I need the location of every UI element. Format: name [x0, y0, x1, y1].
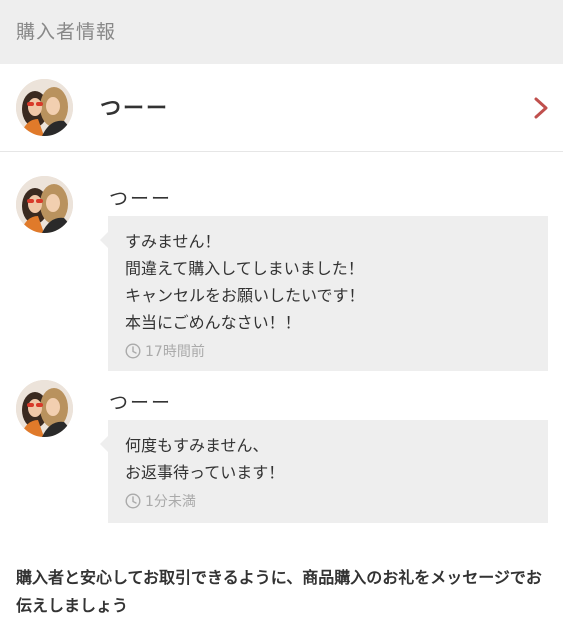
message-line: キャンセルをお願いしたいです！	[125, 286, 365, 305]
buyer-profile-row[interactable]: つーー	[0, 64, 563, 152]
section-title: 購入者情報	[16, 21, 117, 43]
message-line: 何度もすみません、	[125, 436, 269, 455]
clock-icon	[125, 493, 141, 509]
buyer-name[interactable]: つーー	[100, 92, 169, 122]
buyer-avatar[interactable]	[16, 79, 73, 136]
message-line: 本当にごめんなさい！！	[125, 313, 301, 332]
message-timestamp: 17時間前	[125, 340, 532, 362]
chevron-right-icon[interactable]	[533, 96, 549, 120]
message-avatar[interactable]	[16, 380, 73, 437]
message-line: 間違えて購入してしまいました！	[125, 259, 364, 278]
message-time: 17時間前	[145, 344, 205, 360]
section-header: 購入者情報	[0, 0, 563, 64]
clock-icon	[125, 343, 141, 359]
message-author: つーー	[109, 392, 173, 414]
message-author: つーー	[109, 188, 173, 210]
message-line: お返事待っています！	[125, 463, 285, 482]
message-bubble: 何度もすみません、 お返事待っています！ 1分未満	[100, 420, 548, 523]
message-bubble: すみません！ 間違えて購入してしまいました！ キャンセルをお願いしたいです！ 本…	[100, 216, 548, 371]
message-avatar[interactable]	[16, 176, 73, 233]
message-time: 1分未満	[145, 494, 196, 510]
message-line: すみません！	[125, 232, 221, 251]
message-timestamp: 1分未満	[125, 490, 532, 512]
purchase-notice: 購入者と安心してお取引できるように、商品購入のお礼をメッセージでお伝えしましょう	[16, 568, 542, 615]
